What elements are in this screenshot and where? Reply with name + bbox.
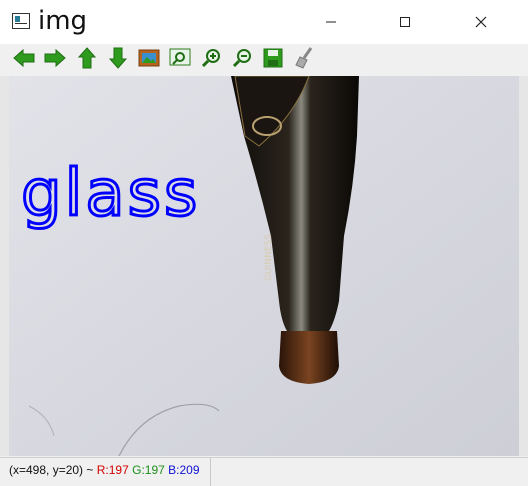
properties-button[interactable]: [292, 47, 316, 73]
close-button[interactable]: [458, 0, 504, 44]
zoom-fit-button[interactable]: [137, 48, 161, 72]
save-icon: [263, 48, 283, 72]
left-border: [0, 76, 9, 456]
save-button[interactable]: [261, 48, 285, 72]
zoom-out-button[interactable]: [230, 48, 254, 72]
zoom-region-icon: [169, 48, 191, 72]
blue-value: B:209: [168, 463, 200, 477]
maximize-icon: [399, 13, 411, 32]
image-content: GUINNESS glass: [9, 76, 519, 456]
cursor-coords: (x=498, y=20) ~: [9, 463, 94, 477]
title-bar[interactable]: img: [0, 0, 528, 44]
arrow-left-icon: [13, 48, 35, 72]
minimize-button[interactable]: [308, 0, 354, 44]
arrow-right-icon: [44, 48, 66, 72]
pixel-info: (x=498, y=20) ~ R:197 G:197 B:209: [9, 463, 200, 477]
image-window: img GUINNESS glass (x=498, y=20) ~ R:197…: [0, 0, 528, 486]
status-bar: (x=498, y=20) ~ R:197 G:197 B:209: [0, 457, 528, 486]
toolbar: [0, 44, 528, 76]
maximize-button[interactable]: [382, 0, 428, 44]
pan-down-button[interactable]: [106, 47, 130, 73]
zoom-in-icon: [201, 48, 221, 72]
right-border: [519, 76, 528, 456]
green-value: G:197: [132, 463, 165, 477]
pan-right-button[interactable]: [43, 48, 67, 72]
red-value: R:197: [96, 463, 129, 477]
zoom-in-button[interactable]: [199, 48, 223, 72]
opencv-window-icon: [12, 13, 30, 29]
close-icon: [475, 13, 487, 32]
bottle-brand-text: GUINNESS: [264, 234, 274, 281]
minimize-icon: [325, 13, 337, 32]
pan-left-button[interactable]: [12, 48, 36, 72]
zoom-out-icon: [232, 48, 252, 72]
zoom-region-button[interactable]: [168, 48, 192, 72]
overlay-text: glass: [21, 157, 200, 231]
window-title: img: [38, 6, 88, 36]
brush-icon: [294, 47, 314, 73]
arrow-up-icon: [77, 47, 97, 73]
pan-up-button[interactable]: [75, 47, 99, 73]
image-fit-icon: [138, 48, 160, 72]
image-canvas[interactable]: GUINNESS glass: [9, 76, 519, 456]
arrow-down-icon: [108, 47, 128, 73]
bottle-neck: [279, 331, 339, 384]
